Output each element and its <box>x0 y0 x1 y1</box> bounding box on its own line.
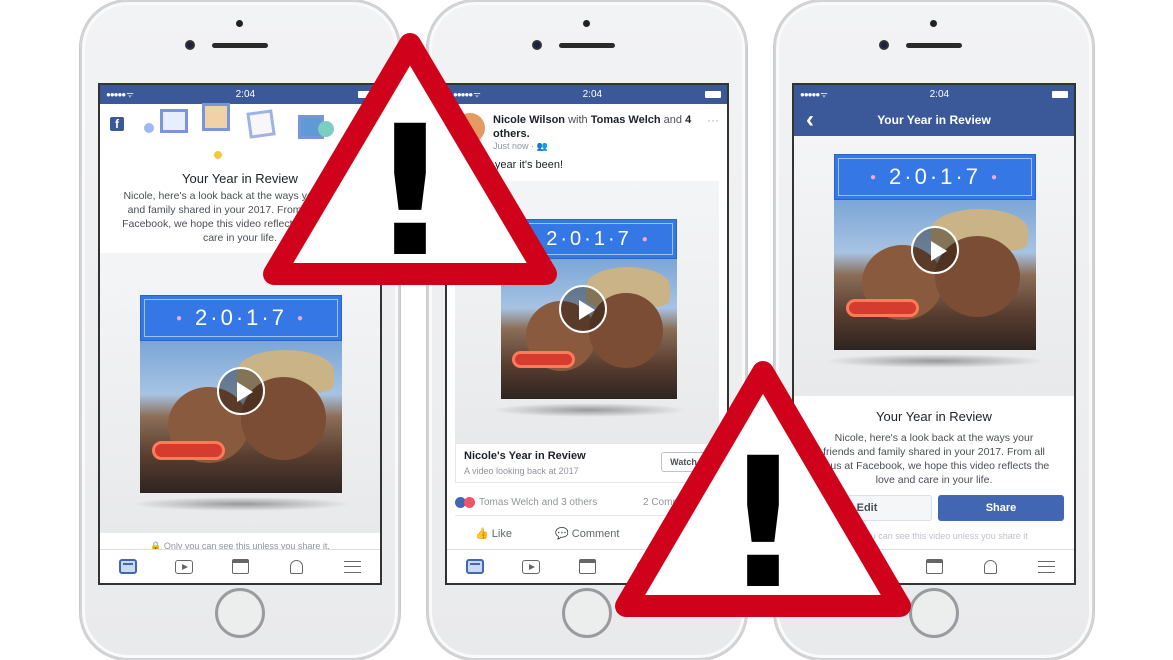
news-feed-icon <box>466 559 484 574</box>
video-preview[interactable]: ●2·0·1·7● <box>794 136 1074 396</box>
status-time: 2:04 <box>235 89 256 100</box>
bell-icon <box>983 559 997 574</box>
video-icon <box>522 559 540 574</box>
news-feed-icon <box>119 559 137 574</box>
sensor-dot <box>236 20 243 27</box>
more-options-icon[interactable]: ··· <box>707 113 719 127</box>
facebook-logo-icon: f <box>110 117 124 131</box>
front-camera <box>879 40 889 50</box>
status-bar: ●●●●● ᯤ 2:04 <box>794 85 1074 104</box>
sensor-dot <box>930 20 937 27</box>
bell-icon <box>289 559 303 574</box>
tagged-name[interactable]: Tomas Welch <box>591 114 661 126</box>
bottom-nav <box>100 549 380 583</box>
card-title: Nicole's Year in Review <box>464 450 586 462</box>
year-banner: ●2·0·1·7● <box>834 154 1036 200</box>
status-time: 2:04 <box>582 89 603 100</box>
card-subtitle: A video looking back at 2017 <box>464 466 579 476</box>
year-banner: ●2·0·1·7● <box>140 295 342 341</box>
earpiece-speaker <box>212 43 268 48</box>
video-thumbnail <box>834 200 1036 350</box>
hamburger-menu-icon <box>343 560 361 573</box>
hanging-frame-icon <box>160 109 188 133</box>
marketplace-icon <box>231 559 249 574</box>
marketplace-icon <box>578 559 596 574</box>
nav-marketplace[interactable] <box>576 558 598 576</box>
share-button[interactable]: Share <box>938 495 1064 521</box>
nav-menu[interactable] <box>341 558 363 576</box>
like-button[interactable]: 👍 Like <box>475 527 512 540</box>
hamburger-menu-icon <box>1037 560 1055 573</box>
play-button[interactable] <box>911 226 959 274</box>
front-camera <box>185 40 195 50</box>
sensor-dot <box>583 20 590 27</box>
back-icon[interactable]: ‹ <box>806 106 814 134</box>
home-button[interactable] <box>909 588 959 638</box>
home-button[interactable] <box>562 588 612 638</box>
nav-news-feed[interactable] <box>117 558 139 576</box>
status-time: 2:04 <box>929 89 950 100</box>
play-button[interactable] <box>559 285 607 333</box>
video-preview[interactable]: ●2·0·1·7● <box>100 253 380 533</box>
header-title: Your Year in Review <box>877 113 991 127</box>
earpiece-speaker <box>559 43 615 48</box>
home-button[interactable] <box>215 588 265 638</box>
comment-bubble-icon: 💬 <box>555 528 569 540</box>
battery-icon <box>705 91 721 98</box>
nav-marketplace[interactable] <box>229 558 251 576</box>
header-bar: ‹ Your Year in Review <box>794 104 1074 136</box>
decor-dot <box>144 123 154 133</box>
reactions-summary[interactable]: Tomas Welch and 3 others <box>455 497 597 508</box>
nav-marketplace[interactable] <box>923 558 945 576</box>
warning-sign-top: ! <box>263 33 557 290</box>
card-shadow <box>130 497 352 511</box>
hanging-frame-icon <box>202 103 230 131</box>
nav-watch[interactable] <box>520 558 542 576</box>
thumbs-up-icon: 👍 <box>475 528 489 540</box>
nav-notifications[interactable] <box>285 558 307 576</box>
nav-notifications[interactable] <box>979 558 1001 576</box>
marketplace-icon <box>925 559 943 574</box>
signal-icon: ●●●●● ᯤ <box>800 90 828 99</box>
nav-news-feed[interactable] <box>464 558 486 576</box>
decor-dot <box>214 151 222 159</box>
love-reaction-icon <box>464 497 475 508</box>
warning-sign-bottom: ! <box>615 361 911 622</box>
video-icon <box>175 559 193 574</box>
play-button[interactable] <box>217 367 265 415</box>
comment-button[interactable]: 💬 Comment <box>555 527 619 540</box>
signal-icon: ●●●●● ᯤ <box>106 90 134 99</box>
exclamation-icon: ! <box>722 420 804 622</box>
video-thumbnail <box>140 341 342 493</box>
battery-icon <box>1052 91 1068 98</box>
exclamation-icon: ! <box>369 88 451 290</box>
nav-watch[interactable] <box>173 558 195 576</box>
nav-menu[interactable] <box>1035 558 1057 576</box>
earpiece-speaker <box>906 43 962 48</box>
